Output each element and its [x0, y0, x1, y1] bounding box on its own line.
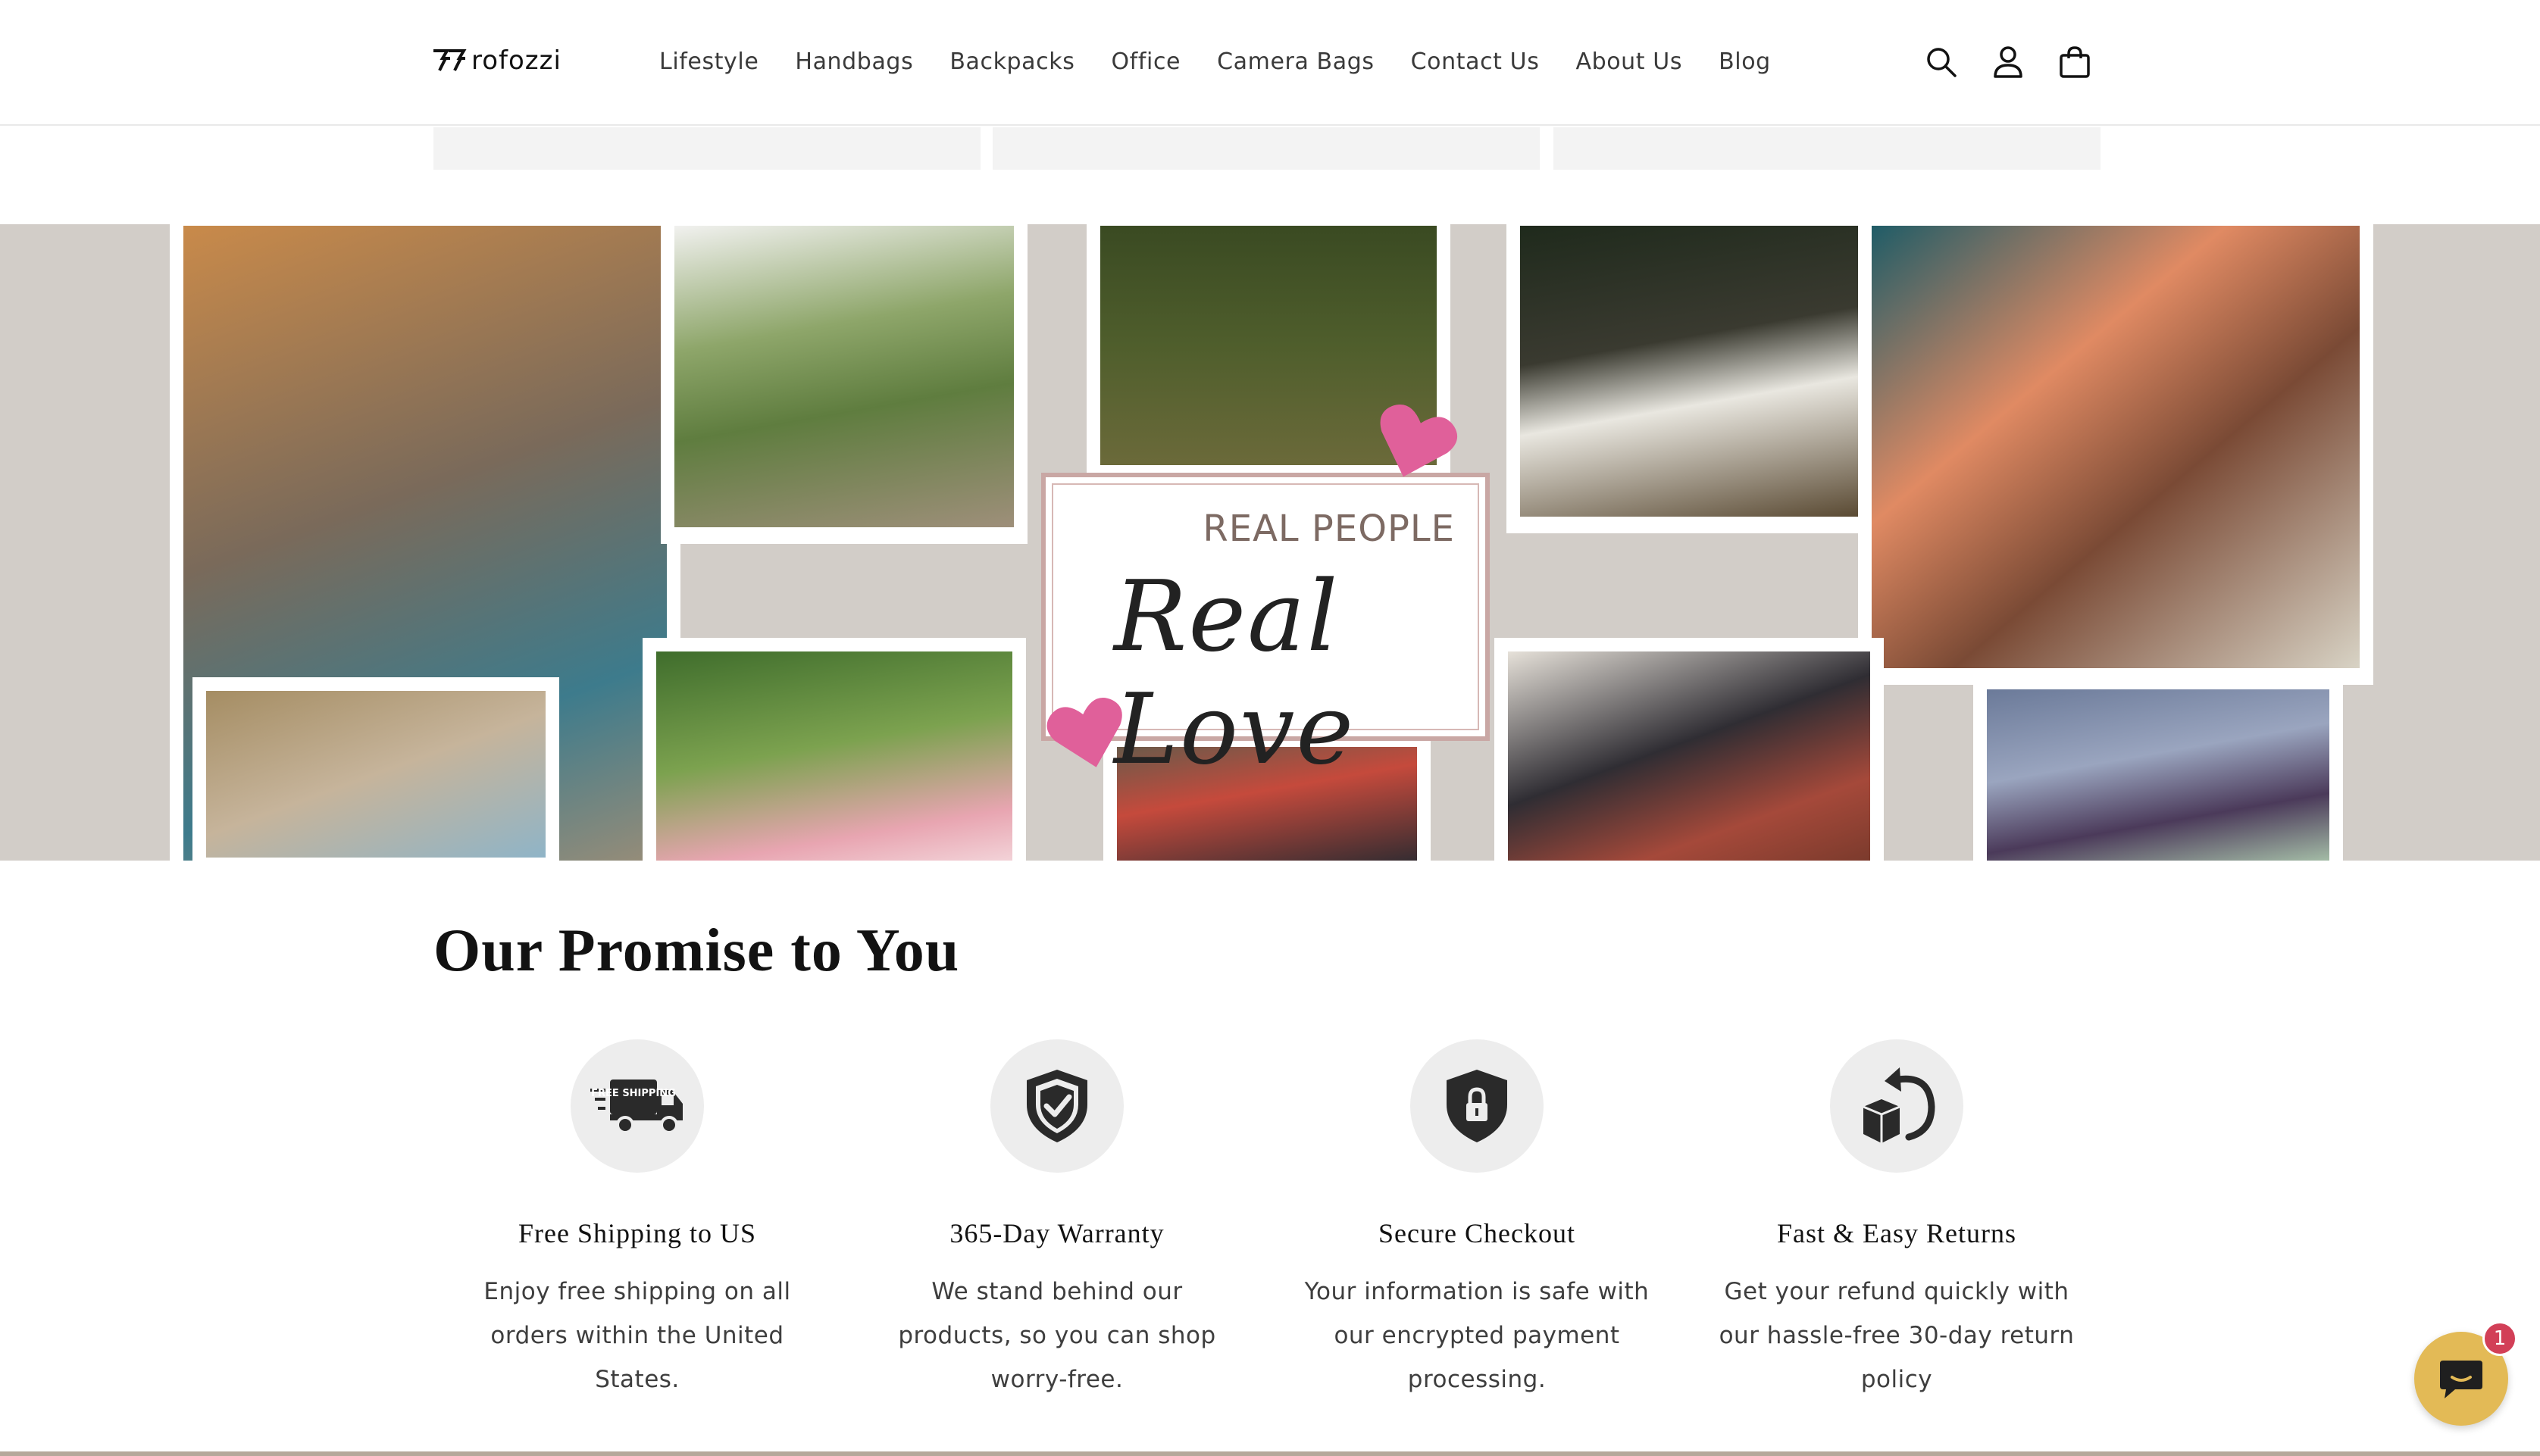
promise-section-title: Our Promise to You [433, 917, 960, 984]
customer-photo [1973, 676, 2343, 861]
return-box-icon [1830, 1039, 1963, 1173]
brand-logo[interactable]: rofozzi [432, 45, 561, 76]
chat-notification-badge: 1 [2482, 1321, 2517, 1356]
promise-title: Secure Checkout [1378, 1218, 1575, 1248]
customer-photo [661, 224, 1028, 544]
promise-item-returns: Fast & Easy Returns Get your refund quic… [1713, 1039, 2081, 1401]
nav-backpacks[interactable]: Backpacks [949, 42, 1074, 82]
nav-lifestyle[interactable]: Lifestyle [659, 42, 759, 82]
cart-icon[interactable] [2057, 39, 2093, 85]
promise-title: Free Shipping to US [518, 1218, 756, 1248]
promise-text: Get your refund quickly with our hassle-… [1719, 1278, 2075, 1393]
customer-photo [1506, 224, 1872, 533]
product-card-placeholder [993, 127, 1540, 170]
nav-handbags[interactable]: Handbags [795, 42, 913, 82]
shield-lock-icon [1410, 1039, 1544, 1173]
nav-camera-bags[interactable]: Camera Bags [1217, 42, 1375, 82]
promise-title: Fast & Easy Returns [1777, 1218, 2016, 1248]
promise-text: We stand behind our products, so you can… [898, 1278, 1216, 1393]
logo-text: rofozzi [471, 45, 561, 76]
free-shipping-truck-icon: FREE SHIPPING [571, 1039, 704, 1173]
banner-headline: Real Love [1114, 561, 1356, 786]
nav-blog[interactable]: Blog [1719, 42, 1771, 82]
customer-photo [643, 638, 1026, 861]
truck-label: FREE SHIPPING [591, 1088, 676, 1099]
logo-mark-icon [433, 49, 467, 71]
heart-icon [1046, 698, 1122, 767]
promise-text: Enjoy free shipping on all orders within… [483, 1278, 791, 1393]
customer-photo [192, 677, 559, 861]
heart-icon [1380, 405, 1458, 477]
product-card-placeholder [433, 127, 981, 170]
shield-check-icon [990, 1039, 1124, 1173]
promise-item-warranty: 365-Day Warranty We stand behind our pro… [873, 1039, 1241, 1401]
promise-item-shipping: FREE SHIPPING Free Shipping to US Enjoy … [453, 1039, 821, 1401]
footer-divider [0, 1451, 2540, 1456]
promise-item-secure: Secure Checkout Your information is safe… [1293, 1039, 1661, 1401]
product-card-placeholder [1553, 127, 2101, 170]
account-icon[interactable] [1990, 39, 2026, 85]
header-actions [1923, 39, 2093, 85]
customer-photo [1494, 638, 1884, 861]
nav-about-us[interactable]: About Us [1575, 42, 1682, 82]
customer-photo [1858, 224, 2373, 685]
nav-office[interactable]: Office [1111, 42, 1181, 82]
chat-bubble-icon [2440, 1361, 2482, 1398]
banner-kicker: REAL PEOPLE [1203, 508, 1455, 550]
promise-title: 365-Day Warranty [949, 1218, 1165, 1248]
real-people-banner: REAL PEOPLE Real Love [0, 224, 2540, 861]
site-header: rofozzi Lifestyle Handbags Backpacks Off… [0, 0, 2540, 126]
nav-contact-us[interactable]: Contact Us [1411, 42, 1540, 82]
main-nav: Lifestyle Handbags Backpacks Office Came… [659, 42, 1771, 82]
promise-text: Your information is safe with our encryp… [1304, 1278, 1650, 1393]
search-icon[interactable] [1923, 39, 1960, 85]
